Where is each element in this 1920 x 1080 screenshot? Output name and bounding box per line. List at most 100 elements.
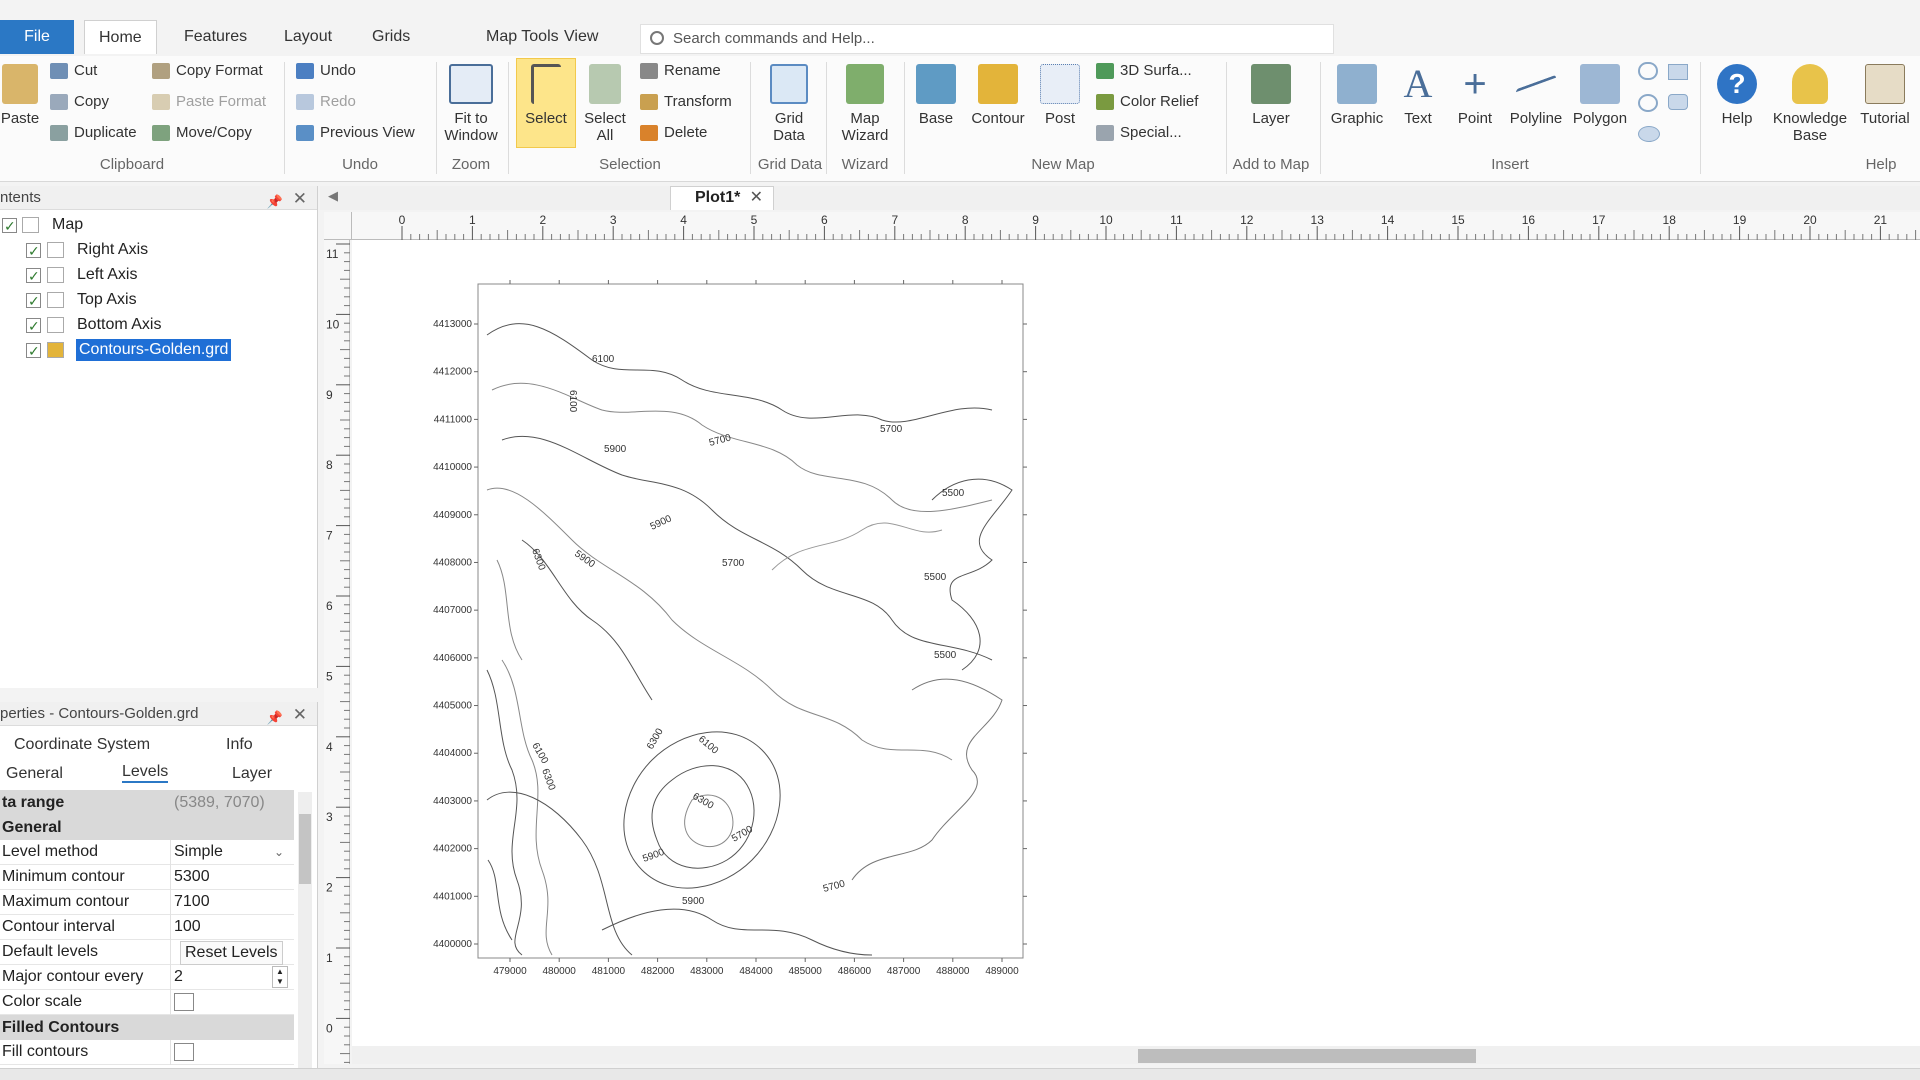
prop-value[interactable]: 7100 — [174, 890, 210, 914]
x-axis-label: 489000 — [985, 966, 1019, 977]
document-tab-plot1[interactable]: Plot1* ✕ — [670, 186, 774, 210]
scrollbar-thumb[interactable] — [1138, 1049, 1476, 1063]
special-button[interactable]: Special... — [1096, 124, 1182, 142]
search-input[interactable]: Search commands and Help... — [640, 24, 1334, 54]
undo-button[interactable]: Undo — [296, 62, 356, 80]
select-all-button[interactable]: Select All — [580, 64, 630, 144]
tree-item-left-axis[interactable]: Left Axis — [0, 264, 300, 287]
prop-value[interactable]: 5300 — [174, 865, 210, 889]
graphic-button[interactable]: Graphic — [1326, 64, 1388, 127]
checkbox[interactable] — [26, 290, 41, 312]
tree-item-map[interactable]: Map — [0, 214, 300, 237]
map-frame — [477, 283, 1024, 959]
paste-format-button[interactable]: Paste Format — [152, 93, 266, 111]
tab-features[interactable]: Features — [170, 20, 261, 54]
prop-minimum-contour[interactable]: Minimum contour 5300 — [0, 865, 294, 890]
prop-value[interactable]: 100 — [174, 915, 201, 939]
grid-data-button[interactable]: Grid Data — [756, 64, 822, 144]
checkbox[interactable] — [26, 240, 41, 262]
prop-fill-contours[interactable]: Fill contours — [0, 1040, 294, 1065]
ellipse-icon[interactable] — [1638, 126, 1660, 142]
checkbox[interactable] — [2, 215, 17, 237]
data-range-value: (5389, 7070) — [174, 794, 265, 811]
chevron-down-icon[interactable]: ⌄ — [274, 840, 284, 864]
properties-scrollbar[interactable] — [298, 792, 312, 1068]
delete-label: Delete — [664, 124, 708, 141]
duplicate-button[interactable]: Duplicate — [50, 124, 137, 142]
close-icon[interactable]: ✕ — [293, 703, 307, 727]
cut-button[interactable]: Cut — [50, 62, 97, 80]
prop-default-levels[interactable]: Default levels Reset Levels — [0, 940, 294, 965]
checkbox[interactable] — [26, 315, 41, 337]
tab-home[interactable]: Home — [84, 20, 157, 54]
scroll-left-icon[interactable]: ◀ — [328, 188, 338, 204]
horizontal-scrollbar[interactable] — [352, 1046, 1920, 1064]
knowledge-base-button[interactable]: Knowledge Base — [1768, 64, 1852, 144]
tab-view[interactable]: View — [550, 20, 612, 54]
3d-surface-button[interactable]: 3D Surfa... — [1096, 62, 1192, 80]
scrollbar-thumb[interactable] — [299, 814, 311, 884]
redo-button[interactable]: Redo — [296, 93, 356, 111]
tab-info[interactable]: Info — [226, 736, 253, 754]
spline-icon[interactable] — [1638, 62, 1658, 80]
text-button[interactable]: A Text — [1394, 64, 1442, 128]
tree-item-bottom-axis[interactable]: Bottom Axis — [0, 314, 300, 337]
prop-value[interactable]: Simple — [174, 840, 223, 864]
tab-levels[interactable]: Levels — [122, 763, 169, 783]
contour-map[interactable]: 4413000 4412000 4411000 4410000 4409000 44080… — [352, 240, 1920, 1046]
help-button[interactable]: ? Help — [1706, 64, 1768, 127]
prop-contour-interval[interactable]: Contour interval 100 — [0, 915, 294, 940]
base-map-button[interactable]: Base — [910, 64, 962, 127]
tree-item-contours[interactable]: Contours-Golden.grd — [0, 339, 300, 362]
delete-button[interactable]: Delete — [640, 124, 708, 142]
tree-item-right-axis[interactable]: Right Axis — [0, 239, 300, 262]
prop-level-method[interactable]: Level method Simple ⌄ — [0, 840, 294, 865]
close-icon[interactable]: ✕ — [750, 187, 763, 209]
checkbox[interactable] — [26, 340, 41, 362]
checkbox[interactable] — [26, 265, 41, 287]
tab-layout[interactable]: Layout — [270, 20, 346, 54]
spinner-arrows-icon[interactable]: ▲ ▼ — [272, 966, 288, 988]
polyline-button[interactable]: Polyline — [1504, 64, 1568, 127]
prop-value[interactable]: 2 — [174, 965, 183, 989]
color-relief-button[interactable]: Color Relief — [1096, 93, 1198, 111]
fit-to-window-button[interactable]: Fit to Window — [440, 64, 502, 144]
fill-contours-checkbox[interactable] — [174, 1043, 194, 1061]
color-scale-checkbox[interactable] — [174, 993, 194, 1011]
transform-button[interactable]: Transform — [640, 93, 732, 111]
tab-coordinate-system[interactable]: Coordinate System — [14, 736, 150, 754]
move-copy-button[interactable]: Move/Copy — [152, 124, 252, 142]
reset-levels-button[interactable]: Reset Levels — [180, 941, 283, 965]
prop-major-contour-every[interactable]: Major contour every 2 ▲ ▼ — [0, 965, 294, 990]
file-tab[interactable]: File — [0, 20, 74, 54]
map-wizard-label-1: Map — [850, 110, 880, 127]
y-axis-label: 4411000 — [434, 414, 473, 425]
add-layer-button[interactable]: Layer — [1236, 64, 1306, 127]
tree-item-top-axis[interactable]: Top Axis — [0, 289, 300, 312]
copy-button[interactable]: Copy — [50, 93, 109, 111]
rounded-rectangle-icon[interactable] — [1668, 94, 1688, 110]
tab-general[interactable]: General — [6, 765, 63, 783]
tab-grids[interactable]: Grids — [358, 20, 424, 54]
prop-color-scale[interactable]: Color scale — [0, 990, 294, 1015]
previous-view-button[interactable]: Previous View — [296, 124, 415, 142]
post-map-button[interactable]: Post — [1036, 64, 1084, 127]
pin-icon[interactable]: 📌 — [267, 190, 283, 214]
copy-format-button[interactable]: Copy Format — [152, 62, 263, 80]
close-icon[interactable]: ✕ — [293, 187, 307, 211]
rename-button[interactable]: Rename — [640, 62, 721, 80]
point-button[interactable]: + Point — [1448, 64, 1502, 127]
tutorial-button[interactable]: Tutorial — [1852, 64, 1918, 127]
tab-layer[interactable]: Layer — [232, 765, 272, 783]
symbol-icon[interactable] — [1638, 94, 1658, 112]
pin-icon[interactable]: 📌 — [267, 706, 283, 730]
plot-canvas[interactable]: 4413000 4412000 4411000 4410000 4409000 44080… — [352, 240, 1920, 1046]
paste-button[interactable]: Paste — [0, 64, 40, 127]
rectangle-icon[interactable] — [1668, 64, 1688, 80]
map-wizard-button[interactable]: Map Wizard — [832, 64, 898, 144]
contour-map-button[interactable]: Contour — [966, 64, 1030, 127]
select-button[interactable]: Select — [516, 64, 576, 127]
prop-maximum-contour[interactable]: Maximum contour 7100 — [0, 890, 294, 915]
status-bar — [0, 1068, 1920, 1080]
polygon-button[interactable]: Polygon — [1570, 64, 1630, 127]
